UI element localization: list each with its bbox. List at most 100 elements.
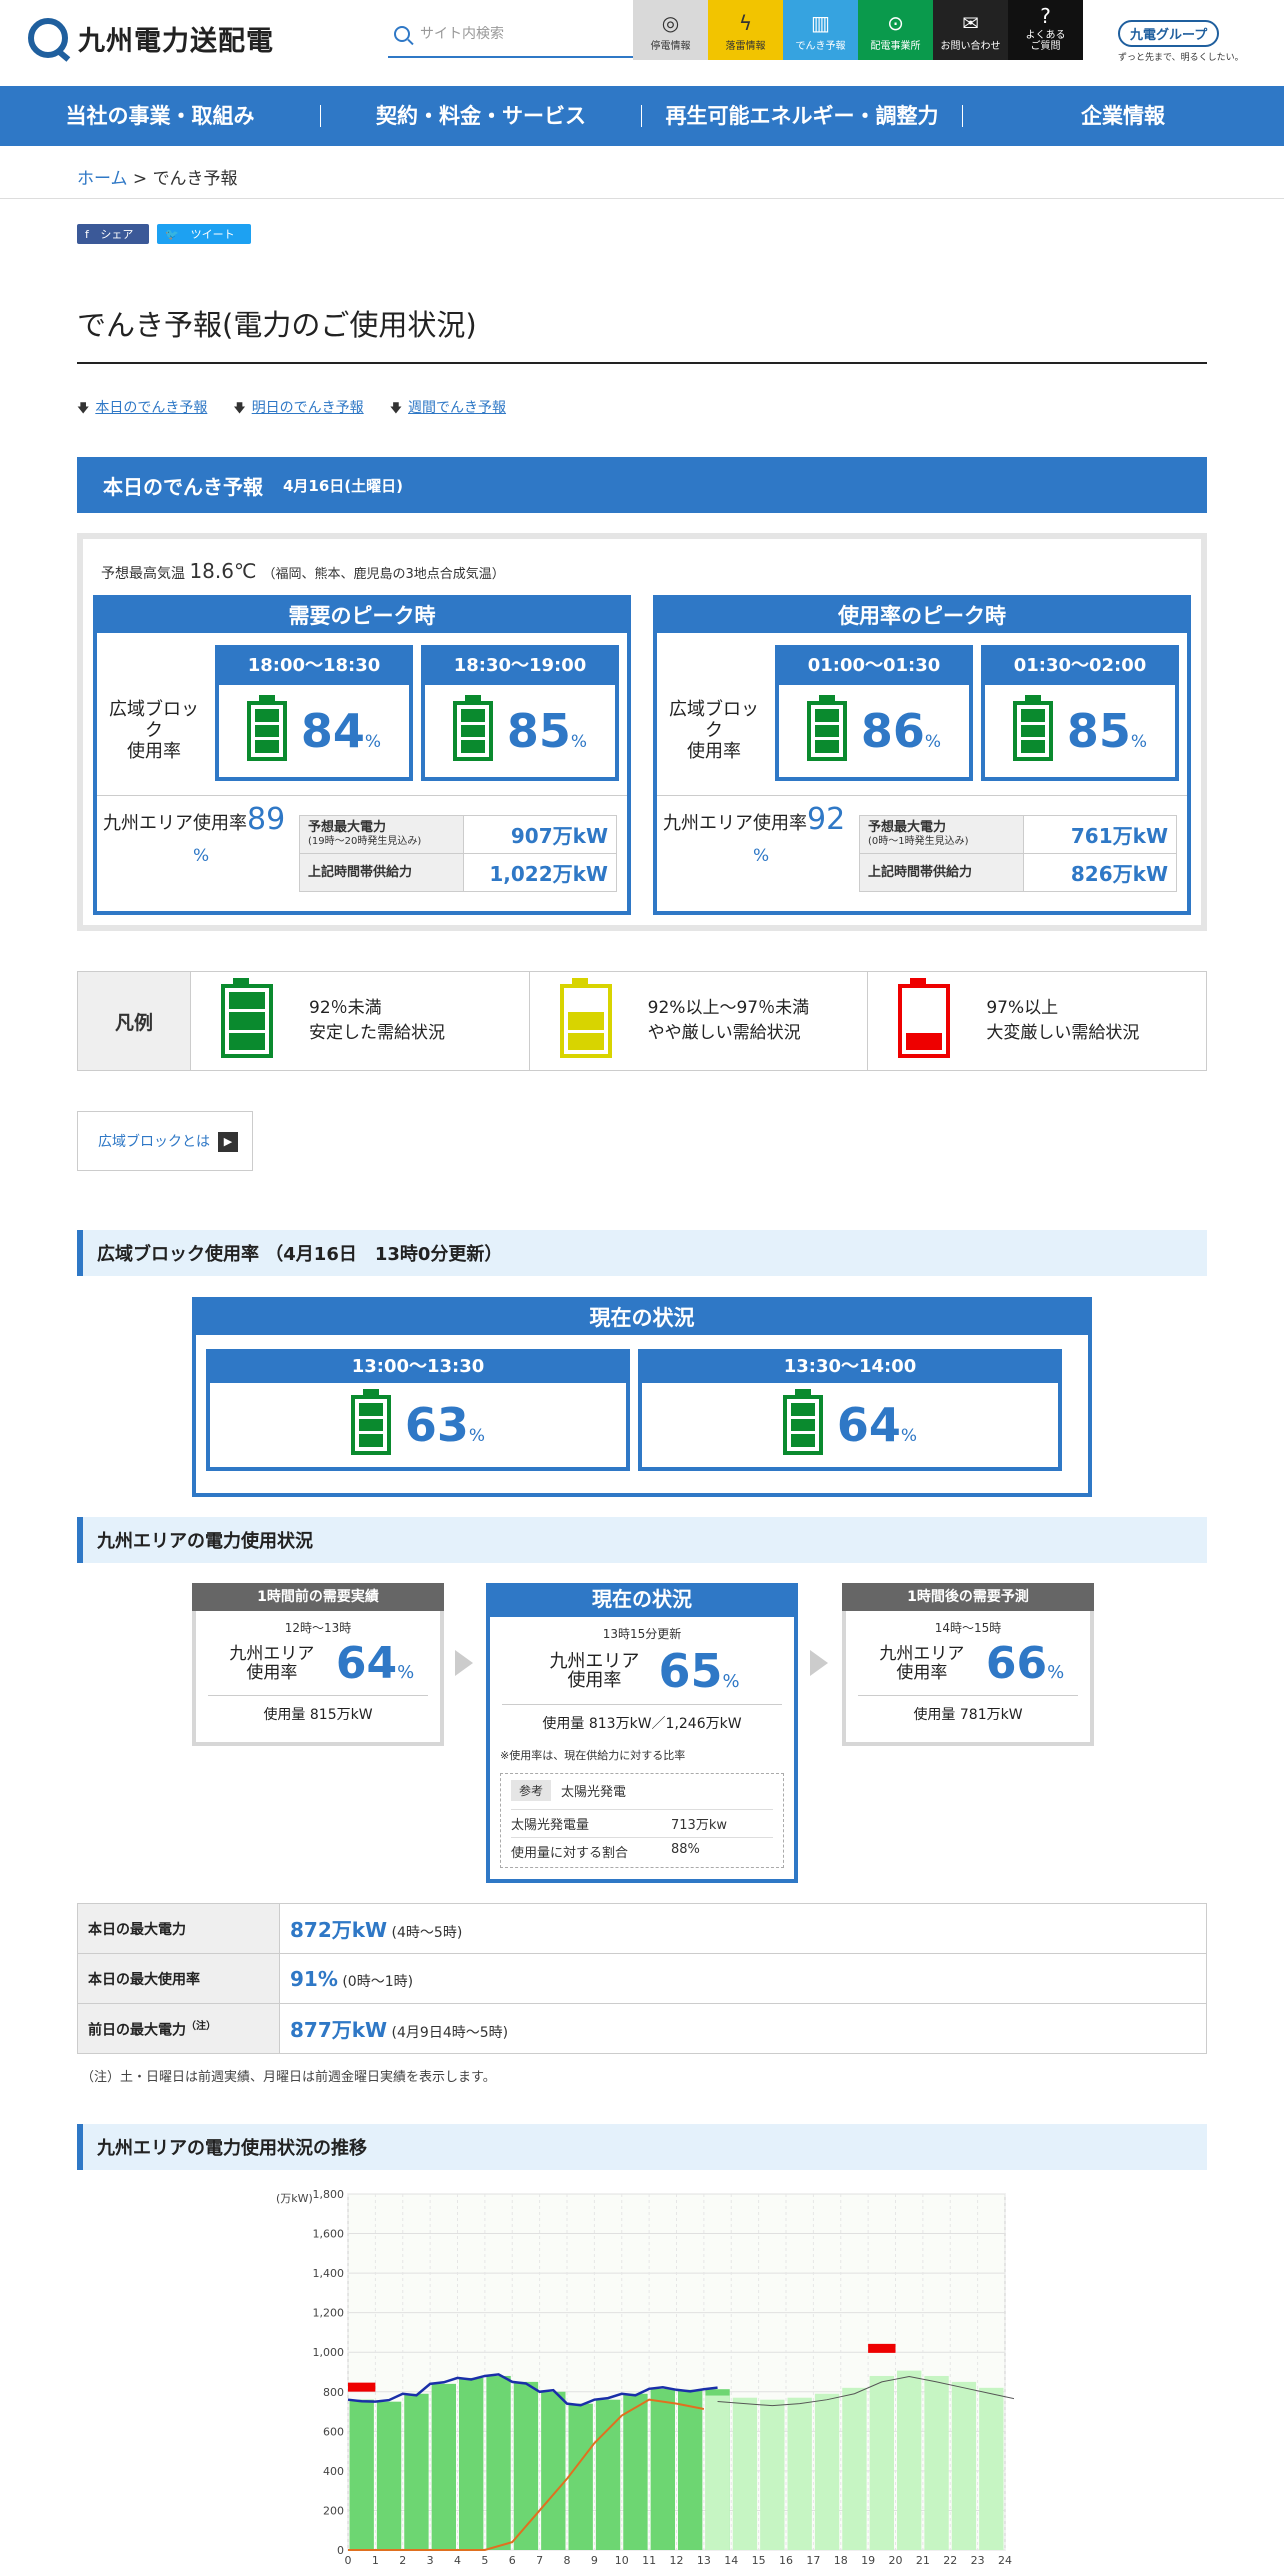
table-row: 本日の最大使用率 91% (0時～1時) [77,1953,1207,2004]
group-logo[interactable]: 九電グループ ずっと先まで、明るくしたい。 [1118,20,1244,63]
quick-link-lightning[interactable]: ϟ 落雷情報 [708,0,783,60]
chart-x-tick-label: 8 [564,2554,571,2567]
rate-peak-table: 予想最大電力 (0時～1時発生見込み) 761万kW 上記時間帯供給力 826万kW [859,815,1177,892]
solar-reference: 参考 太陽光発電 太陽光発電量 713万kw 使用量に対する割合 88% [500,1773,784,1868]
title-underline [77,362,1207,364]
nav-item-renewable[interactable]: 再生可能エネルギー・調整力 [642,104,962,128]
site-logo[interactable]: 九州電力送配電 [28,18,274,58]
battery-green-icon [806,695,847,761]
page-title: でんき予報(電力のご使用状況) [77,308,477,342]
divider [0,198,1284,199]
battery-green-icon [452,695,493,761]
chart-bar-actual [678,2389,703,2550]
chart-bar-actual [431,2383,456,2550]
chart-x-tick-label: 4 [454,2554,461,2567]
chart-peak-marker [868,2343,896,2353]
chart-bar-actual [623,2393,648,2550]
battery-green-icon [1012,695,1053,761]
arrow-right-icon [810,1650,828,1676]
breadcrumb-home[interactable]: ホーム [77,169,128,189]
search-input[interactable] [420,26,620,42]
breadcrumb-current: でんき予報 [152,169,238,189]
legend-item-critical: 97%以上 大変厳しい需給状況 [868,972,1206,1070]
battery-green-icon [221,978,273,1058]
legend: 凡例 92％未満 安定した需給状況 92%以上～97％未満 やや厳しい需給状況 97… [77,971,1207,1071]
chart-x-tick-label: 19 [861,2554,875,2567]
anchor-today[interactable]: 本日のでんき予報 [95,400,207,416]
block-usage-section-header: 広域ブロック使用率 （4月16日 13時0分更新） [77,1230,1207,1276]
chart-bar-forecast [842,2387,867,2550]
table-row: 本日の最大電力 872万kW (4時～5時) [77,1903,1207,1954]
chart-y-tick-label: 0 [337,2544,344,2557]
summary-table: 本日の最大電力 872万kW (4時～5時) 本日の最大使用率 91% (0時～1時… [77,1903,1207,2054]
chart-x-tick-label: 11 [642,2554,656,2567]
rate-slot: 01:30～02:00 85% [981,645,1179,781]
legend-item-stable: 92％未満 安定した需給状況 [191,972,530,1070]
nav-item-contract[interactable]: 契約・料金・サービス [321,104,641,128]
quick-link-forecast[interactable]: ▥ でんき予報 [783,0,858,60]
table-row: 前日の最大電力（注） 877万kW (4月9日4時～5時) [77,2003,1207,2054]
facebook-share-button[interactable]: f シェア [77,224,150,244]
chart-bar-forecast [869,2375,894,2550]
chart-y-tick-label: 1,600 [313,2228,345,2241]
twitter-share-button[interactable]: 🐦 ツイート [157,224,251,244]
share-buttons: f シェア 🐦 ツイート [77,224,251,244]
chart-bar-actual [404,2393,429,2550]
global-nav: 当社の事業・取組み 契約・料金・サービス 再生可能エネルギー・調整力 企業情報 [0,86,1284,146]
chart-x-tick-label: 22 [943,2554,957,2567]
chart-x-tick-label: 7 [536,2554,543,2567]
nav-item-company[interactable]: 企業情報 [963,104,1283,128]
usage-trend-chart-svg: 02004006008001,0001,2001,4001,6001,800(万… [276,2188,1019,2567]
nav-item-business[interactable]: 当社の事業・取組み [0,104,320,128]
chart-x-tick-label: 14 [724,2554,738,2567]
quick-link-faq[interactable]: ? よくある ご質問 [1008,0,1083,60]
battery-green-icon [782,1389,823,1455]
anchor-links: 🡇 本日のでんき予報 🡇 明日のでんき予報 🡇 週間でんき予報 [77,397,506,420]
chart-y-tick-label: 400 [323,2465,344,2478]
logo-text: 九州電力送配電 [78,25,274,57]
logo-mark-icon [28,18,68,58]
chart-x-tick-label: 10 [615,2554,629,2567]
rate-slot: 01:00～01:30 86% [775,645,973,781]
battery-green-icon [350,1389,391,1455]
chart-bar-forecast [787,2397,812,2550]
quick-link-office[interactable]: ⊙ 配電事業所 [858,0,933,60]
next-hour-card: 1時間後の需要予測 14時～15時 九州エリア 使用率 66% 使用量 781万k… [842,1583,1094,1746]
area-usage-rate: 九州エリア使用率89% [103,802,286,867]
chart-bar-forecast [951,2381,977,2550]
current-status-card: 現在の状況 13時15分更新 九州エリア 使用率 65% 使用量 813万kW／1… [486,1583,798,1883]
usage-trend-chart: 0 200 400 600 800 1,000 1,200 1,400 1,600 1,800 (万… [270,2188,1019,2568]
chart-y-tick-label: 600 [323,2425,344,2438]
breadcrumb: ホーム > でんき予報 [77,169,238,189]
chart-y-axis-label: (万kW) [276,2192,313,2205]
question-icon: ? [1040,4,1051,28]
quick-link-contact[interactable]: ✉ お問い合わせ [933,0,1008,60]
chart-x-tick-label: 20 [889,2554,903,2567]
prev-hour-card: 1時間前の需要実績 12時～13時 九州エリア 使用率 64% 使用量 815万k… [192,1583,444,1746]
chart-x-tick-label: 18 [834,2554,848,2567]
chart-bar-actual [459,2377,484,2550]
chart-x-tick-label: 13 [697,2554,711,2567]
chart-x-tick-label: 1 [372,2554,379,2567]
chart-x-tick-label: 16 [779,2554,793,2567]
chart-bar-forecast [705,2395,730,2550]
chart-x-tick-label: 9 [591,2554,598,2567]
battery-red-icon [898,978,951,1058]
anchor-tomorrow[interactable]: 明日のでんき予報 [252,400,364,416]
block-current-status: 現在の状況 13:00～13:30 63% 13:30～14:00 64% [192,1297,1092,1497]
today-forecast-box: 予想最高気温 18.6℃ （福岡、熊本、鹿児島の3地点合成気温） 需要のピーク時 … [77,533,1207,931]
trend-section-header: 九州エリアの電力使用状況の推移 [77,2124,1207,2170]
arrow-right-icon [455,1650,473,1676]
anchor-weekly[interactable]: 週間でんき予報 [408,400,506,416]
bulb-icon: ◎ [661,11,680,35]
chart-y-tick-label: 1,800 [313,2190,345,2201]
chart-x-tick-label: 15 [752,2554,766,2567]
chart-x-tick-label: 0 [345,2554,352,2567]
quick-link-outage[interactable]: ◎ 停電情報 [633,0,708,60]
about-block-link[interactable]: 広域ブロックとは ▶ [77,1111,253,1171]
chart-bar-actual [541,2391,566,2550]
arrow-down-icon: 🡇 [389,401,403,415]
pin-icon: ⊙ [887,11,904,35]
search-icon[interactable] [394,26,410,42]
chart-x-tick-label: 6 [509,2554,516,2567]
